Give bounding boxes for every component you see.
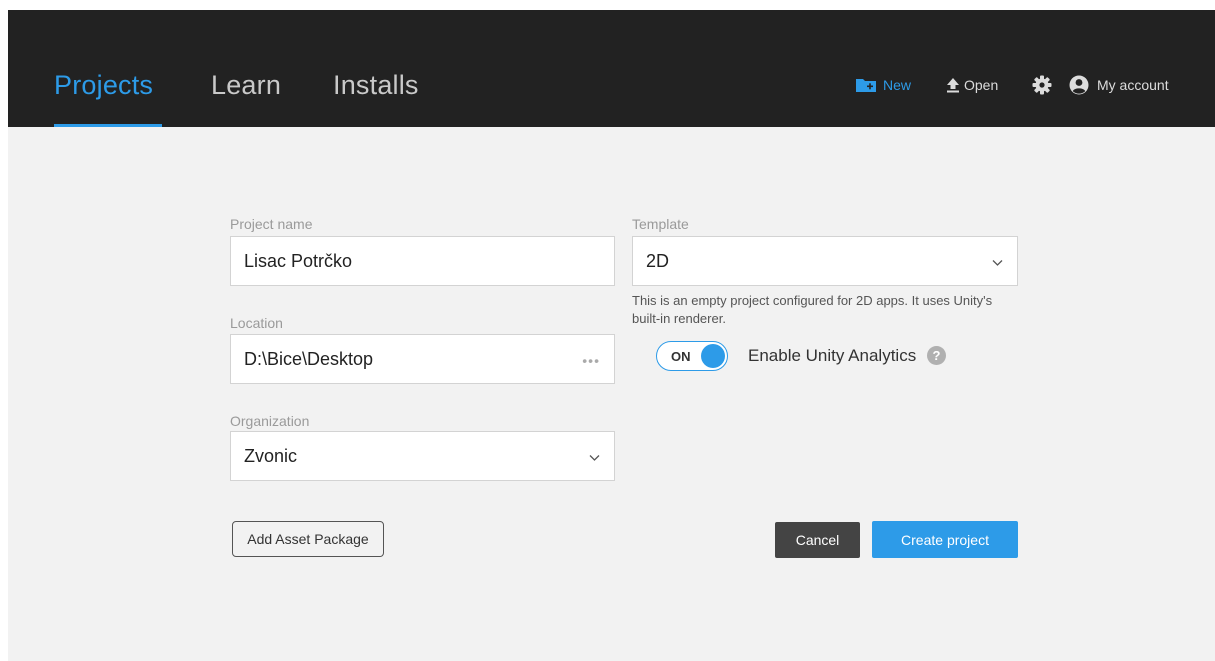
account-button[interactable]: My account: [1069, 75, 1169, 95]
organization-value: Zvonic: [244, 445, 298, 466]
location-value: D:\Bice\Desktop: [244, 348, 374, 369]
organization-select[interactable]: Zvonic: [230, 431, 615, 481]
project-name-value: Lisac Potrčko: [244, 250, 353, 271]
template-label: Template: [632, 216, 689, 232]
project-name-input[interactable]: Lisac Potrčko: [230, 236, 615, 286]
template-value: 2D: [646, 250, 670, 271]
chevron-down-icon: [589, 446, 600, 467]
template-select[interactable]: 2D: [632, 236, 1018, 286]
create-project-button[interactable]: Create project: [872, 521, 1018, 558]
toggle-state-label: ON: [671, 349, 691, 364]
chevron-down-icon: [992, 251, 1003, 272]
location-label: Location: [230, 315, 283, 331]
toggle-knob: [701, 344, 725, 368]
user-avatar-icon: [1069, 75, 1089, 95]
location-input[interactable]: D:\Bice\Desktop •••: [230, 334, 615, 384]
new-project-button[interactable]: New: [855, 76, 911, 94]
new-folder-icon: [855, 77, 877, 93]
cancel-button[interactable]: Cancel: [775, 522, 860, 558]
analytics-toggle[interactable]: ON: [656, 341, 728, 371]
settings-button[interactable]: [1032, 75, 1052, 95]
analytics-label: Enable Unity Analytics: [748, 346, 917, 365]
help-icon[interactable]: ?: [927, 346, 946, 365]
template-description: This is an empty project configured for …: [632, 293, 993, 326]
tab-learn[interactable]: Learn: [211, 70, 281, 101]
tab-installs[interactable]: Installs: [333, 70, 419, 101]
upload-icon: [946, 77, 960, 93]
top-bar: Projects Learn Installs New Open My acco…: [8, 10, 1215, 127]
open-project-button[interactable]: Open: [946, 76, 998, 94]
new-label: New: [883, 77, 912, 93]
organization-label: Organization: [230, 413, 310, 429]
open-label: Open: [964, 77, 999, 93]
project-name-label: Project name: [230, 216, 313, 232]
add-asset-package-button[interactable]: Add Asset Package: [232, 521, 384, 557]
active-tab-indicator: [54, 124, 162, 127]
tab-projects[interactable]: Projects: [54, 70, 153, 101]
account-label: My account: [1097, 77, 1169, 93]
browse-icon[interactable]: •••: [582, 353, 600, 369]
gear-icon: [1032, 75, 1052, 95]
app-window: Projects Learn Installs New Open My acco…: [8, 10, 1215, 661]
